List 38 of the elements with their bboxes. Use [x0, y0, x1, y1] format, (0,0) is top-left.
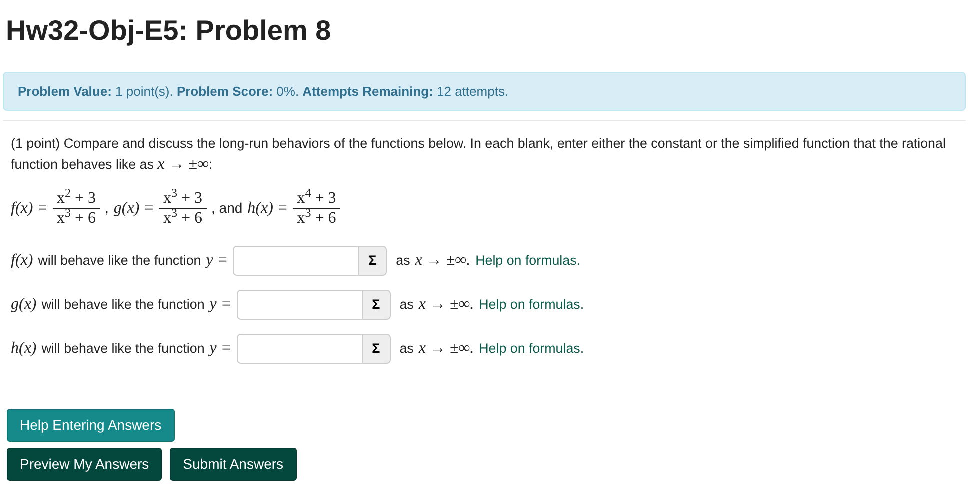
equation-editor-button[interactable]: Σ: [362, 334, 391, 364]
limit-text: x → ±∞.: [415, 251, 471, 272]
equation-editor-button[interactable]: Σ: [359, 246, 388, 276]
equation-label: y =: [210, 339, 232, 360]
equation-editor-button[interactable]: Σ: [362, 290, 391, 320]
limit-text: x → ±∞.: [418, 295, 474, 316]
variable-label: f(x): [11, 251, 34, 272]
separator-text: , and: [212, 199, 243, 218]
fraction: x$^{2}$ + 3 x$^{3}$ + 6: [53, 189, 100, 228]
answer-field[interactable]: [236, 290, 363, 320]
problem-text: (1 point) Compare and discuss the long-run behaviors of the functions below. In each blank, enter either the constant or the simplified function that the rational function behaves like as x → ±∞:: [11, 135, 947, 176]
function-label: h(x) =: [248, 198, 288, 219]
answer-field[interactable]: [233, 246, 360, 276]
help-link[interactable]: Help on formulas.: [476, 251, 581, 272]
variable-label: g(x): [11, 295, 37, 316]
fraction: x$^{3}$ + 3 x$^{3}$ + 6: [159, 189, 207, 228]
function-label: f(x) =: [11, 198, 48, 219]
separator-text: ,: [105, 199, 109, 218]
function-label: g(x) =: [114, 198, 154, 219]
limit-text: x → ±∞.: [418, 339, 474, 360]
prompt-text: will behave like the function: [42, 296, 205, 314]
fraction: x$^{4}$ + 3 x$^{3}$ + 6: [293, 189, 340, 228]
answer-field[interactable]: [236, 334, 363, 364]
prompt-text: will behave like the function: [38, 252, 202, 270]
prompt-text: will behave like the function: [42, 340, 205, 358]
help-button[interactable]: Help Entering Answers: [7, 409, 175, 442]
help-link[interactable]: Help on formulas.: [479, 295, 584, 316]
variable-label: h(x): [11, 339, 37, 360]
help-link[interactable]: Help on formulas.: [479, 339, 584, 360]
page-title: Hw32-Obj-E5: Problem 8: [6, 14, 332, 48]
as-text: as: [396, 252, 410, 270]
equation-label: y =: [210, 295, 232, 316]
as-text: as: [400, 296, 414, 314]
submit-button[interactable]: Preview My Answers: [7, 448, 162, 482]
submit-button[interactable]: Submit Answers: [170, 448, 297, 482]
equation-label: y =: [206, 251, 228, 272]
status-alert: Problem Value: 1 point(s). Problem Score: 0%. Attempts Remaining: 12 attempts.: [3, 72, 966, 112]
as-text: as: [400, 340, 414, 358]
